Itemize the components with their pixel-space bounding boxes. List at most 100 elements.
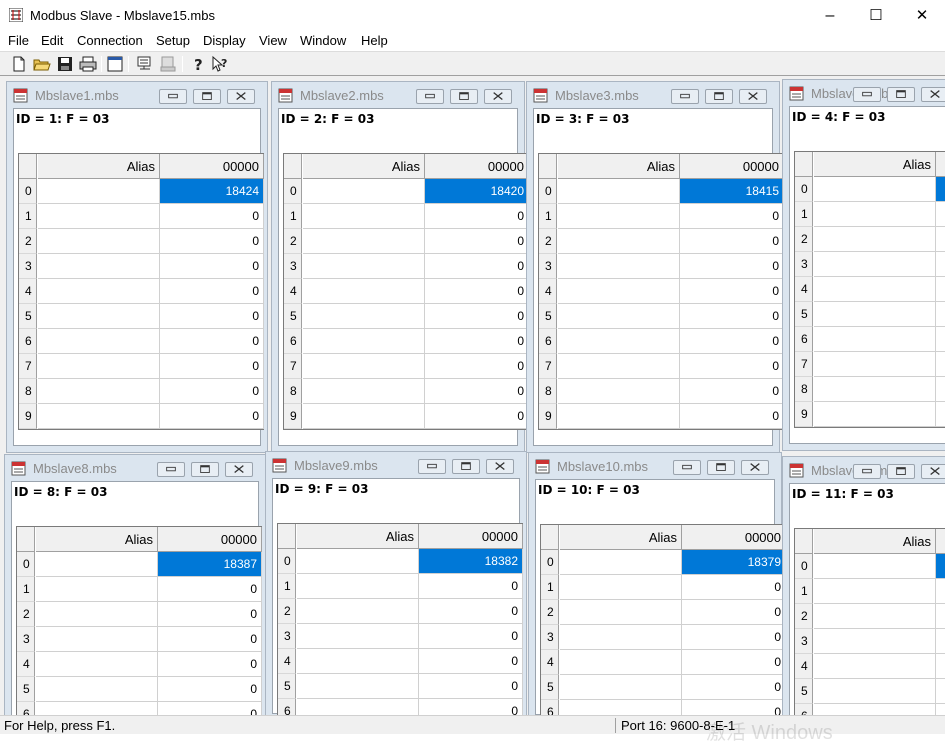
row-number[interactable]: 6 [795,704,813,715]
row-number[interactable]: 6 [541,700,559,715]
alias-column-header[interactable]: Alias [560,525,682,550]
register-value-cell[interactable]: 0 [680,204,784,229]
row-number[interactable]: 5 [795,302,813,327]
alias-column-header[interactable]: Alias [297,524,419,549]
row-number[interactable]: 8 [19,379,37,404]
address-column-header[interactable]: 00000 [936,529,945,554]
slave-window-titlebar[interactable]: Mbslave10.mbs [529,453,781,479]
register-value-cell[interactable] [936,629,945,654]
register-value-cell[interactable] [936,277,945,302]
alias-cell[interactable] [560,650,682,675]
row-number[interactable]: 0 [284,179,302,204]
row-number[interactable]: 4 [284,279,302,304]
row-number[interactable]: 3 [17,627,35,652]
alias-cell[interactable] [814,704,936,715]
register-value-cell[interactable]: 0 [682,600,786,625]
register-value-cell[interactable]: 0 [425,254,529,279]
open-folder-icon[interactable] [33,55,51,73]
alias-cell[interactable] [558,254,680,279]
register-value-cell[interactable] [936,679,945,704]
address-column-header[interactable]: 00000 [160,154,264,179]
alias-cell[interactable] [297,624,419,649]
register-value-cell[interactable]: 0 [160,379,264,404]
menu-display[interactable]: Display [203,33,246,48]
alias-cell[interactable] [303,229,425,254]
row-number[interactable]: 5 [541,675,559,700]
alias-column-header[interactable]: Alias [38,154,160,179]
alias-cell[interactable] [814,327,936,352]
row-number[interactable]: 4 [541,650,559,675]
alias-cell[interactable] [558,329,680,354]
row-number[interactable]: 1 [795,202,813,227]
row-number[interactable]: 0 [17,552,35,577]
row-number[interactable]: 5 [539,304,557,329]
row-number[interactable]: 7 [539,354,557,379]
address-column-header[interactable]: 00000 [682,525,786,550]
alias-cell[interactable] [560,700,682,715]
alias-cell[interactable] [38,379,160,404]
context-help-icon[interactable]: ? [211,55,229,73]
minimize-child-button[interactable] [853,464,881,479]
alias-cell[interactable] [297,599,419,624]
row-number[interactable]: 9 [795,402,813,427]
maximize-child-button[interactable] [707,460,735,475]
alias-cell[interactable] [36,577,158,602]
alias-cell[interactable] [558,354,680,379]
alias-cell[interactable] [38,229,160,254]
alias-cell[interactable] [814,629,936,654]
maximize-button[interactable]: ☐ [853,0,899,31]
register-value-cell[interactable]: 0 [158,652,262,677]
register-value-cell[interactable] [936,327,945,352]
alias-cell[interactable] [36,702,158,715]
register-grid[interactable]: Alias 00000 0 18382 1 0 2 0 3 0 4 0 5 0 6 0 [277,523,523,715]
save-icon[interactable] [56,55,74,73]
alias-cell[interactable] [814,554,936,579]
minimize-child-button[interactable] [673,460,701,475]
register-value-cell[interactable]: 0 [425,354,529,379]
register-value-cell[interactable]: 0 [158,627,262,652]
minimize-child-button[interactable] [159,89,187,104]
close-child-button[interactable] [486,459,514,474]
address-column-header[interactable]: 00000 [419,524,523,549]
row-number[interactable]: 2 [795,227,813,252]
alias-cell[interactable] [38,204,160,229]
maximize-child-button[interactable] [193,89,221,104]
alias-column-header[interactable]: Alias [303,154,425,179]
maximize-child-button[interactable] [887,464,915,479]
menu-window[interactable]: Window [300,33,346,48]
register-value-cell[interactable]: 0 [158,602,262,627]
address-column-header[interactable]: 00000 [158,527,262,552]
row-number[interactable]: 6 [19,329,37,354]
menu-setup[interactable]: Setup [156,33,190,48]
row-number[interactable]: 4 [278,649,296,674]
register-value-cell[interactable]: 0 [680,304,784,329]
alias-cell[interactable] [297,549,419,574]
row-number[interactable]: 3 [795,629,813,654]
register-value-cell[interactable] [936,302,945,327]
alias-cell[interactable] [303,354,425,379]
register-value-cell[interactable]: 0 [160,404,264,429]
register-value-cell[interactable] [936,579,945,604]
alias-cell[interactable] [560,575,682,600]
row-number[interactable]: 1 [541,575,559,600]
address-column-header[interactable]: 00000 [936,152,945,177]
row-number[interactable]: 4 [17,652,35,677]
slave-window[interactable]: Mbslave2.mbs ID = 2: F = 03 Alias 00000 0 184… [271,81,529,453]
alias-cell[interactable] [558,204,680,229]
alias-column-header[interactable]: Alias [558,154,680,179]
row-number[interactable]: 1 [17,577,35,602]
connect-icon[interactable] [136,55,154,73]
close-child-button[interactable] [921,87,945,102]
row-number[interactable]: 0 [795,177,813,202]
close-child-button[interactable] [921,464,945,479]
alias-cell[interactable] [560,600,682,625]
alias-cell[interactable] [814,377,936,402]
register-value-cell[interactable]: 0 [419,699,523,715]
row-number[interactable]: 2 [278,599,296,624]
register-value-cell[interactable]: 18387 [158,552,262,577]
alias-cell[interactable] [303,404,425,429]
row-number[interactable]: 6 [278,699,296,715]
minimize-child-button[interactable] [853,87,881,102]
register-value-cell[interactable]: 0 [425,279,529,304]
alias-cell[interactable] [303,329,425,354]
